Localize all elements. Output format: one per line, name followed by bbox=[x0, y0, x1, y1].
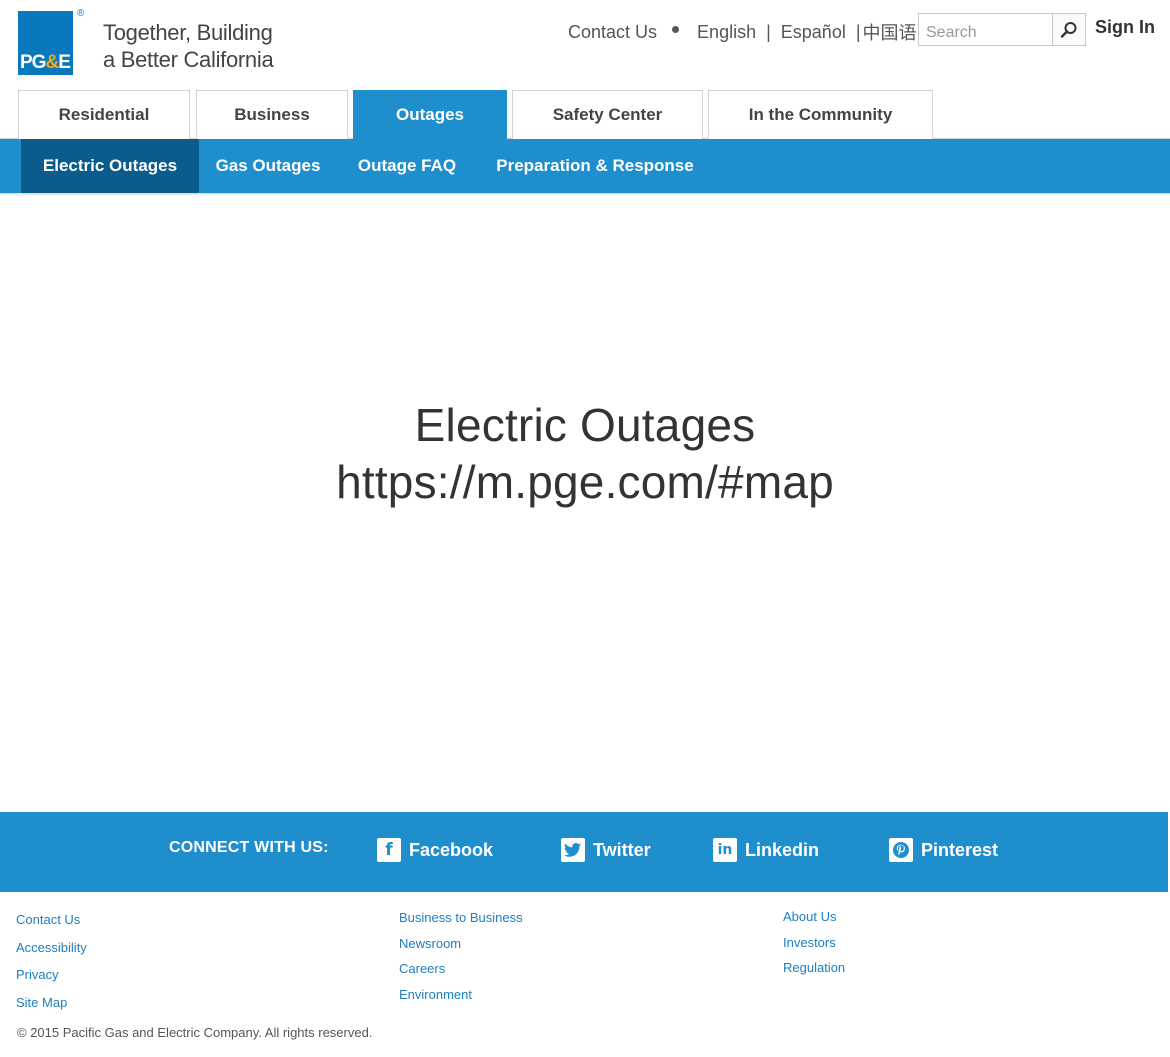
lang-separator: | bbox=[766, 21, 771, 42]
sign-in-link[interactable]: Sign In bbox=[1095, 17, 1155, 38]
footer-link-business-to-business[interactable]: Business to Business bbox=[399, 905, 523, 931]
lang-english-link[interactable]: English bbox=[697, 22, 756, 43]
tagline: Together, Building a Better California bbox=[103, 19, 274, 73]
sub-nav: Electric Outages Gas Outages Outage FAQ … bbox=[0, 139, 1170, 193]
facebook-label: Facebook bbox=[409, 839, 494, 860]
twitter-label: Twitter bbox=[593, 839, 651, 860]
subnav-gas-outages[interactable]: Gas Outages bbox=[204, 139, 332, 193]
linkedin-link[interactable]: in Linkedin bbox=[713, 838, 819, 862]
pinterest-label: Pinterest bbox=[921, 839, 999, 860]
twitter-icon bbox=[561, 838, 585, 862]
footer-link-newsroom[interactable]: Newsroom bbox=[399, 931, 523, 957]
lang-separator: | bbox=[855, 21, 861, 42]
footer-link-site-map[interactable]: Site Map bbox=[16, 989, 87, 1017]
footer-link-investors[interactable]: Investors bbox=[783, 930, 845, 956]
facebook-link[interactable]: f Facebook bbox=[377, 838, 493, 862]
contact-us-link[interactable]: Contact Us bbox=[568, 22, 657, 43]
tab-residential[interactable]: Residential bbox=[18, 90, 190, 139]
footer-link-environment[interactable]: Environment bbox=[399, 982, 523, 1008]
facebook-icon: f bbox=[377, 838, 401, 862]
tab-in-the-community[interactable]: In the Community bbox=[708, 90, 933, 139]
lang-espanol-link[interactable]: Español bbox=[781, 22, 846, 43]
subnav-electric-outages[interactable]: Electric Outages bbox=[21, 139, 199, 193]
utility-nav: Contact Us English | Español | 中国语 bbox=[568, 19, 917, 45]
tab-safety-center[interactable]: Safety Center bbox=[512, 90, 703, 139]
tab-business[interactable]: Business bbox=[196, 90, 348, 139]
search-input[interactable]: Search bbox=[918, 13, 1053, 46]
pge-logo[interactable]: PG&E ® bbox=[18, 8, 84, 75]
connect-label: CONNECT WITH US: bbox=[169, 839, 329, 856]
footer-link-about-us[interactable]: About Us bbox=[783, 904, 845, 930]
subnav-preparation-response[interactable]: Preparation & Response bbox=[482, 139, 708, 193]
site-header: PG&E ® Together, Building a Better Calif… bbox=[0, 0, 1170, 90]
footer-link-accessibility[interactable]: Accessibility bbox=[16, 934, 87, 962]
logo-letters: PG&E bbox=[20, 52, 71, 73]
footer-col-2: Business to Business Newsroom Careers En… bbox=[399, 905, 523, 1008]
footer-link-privacy[interactable]: Privacy bbox=[16, 961, 87, 989]
pinterest-link[interactable]: Pinterest bbox=[889, 838, 998, 862]
footer-link-careers[interactable]: Careers bbox=[399, 956, 523, 982]
linkedin-icon: in bbox=[713, 838, 737, 862]
subnav-outage-faq[interactable]: Outage FAQ bbox=[345, 139, 469, 193]
copyright-text: © 2015 Pacific Gas and Electric Company.… bbox=[17, 1025, 373, 1040]
search-icon bbox=[1060, 21, 1077, 38]
twitter-link[interactable]: Twitter bbox=[561, 838, 651, 862]
linkedin-label: Linkedin bbox=[745, 839, 820, 860]
footer-link-contact-us[interactable]: Contact Us bbox=[16, 906, 87, 934]
footer-col-1: Contact Us Accessibility Privacy Site Ma… bbox=[16, 906, 87, 1016]
search-button[interactable] bbox=[1052, 13, 1086, 46]
footer-link-regulation[interactable]: Regulation bbox=[783, 955, 845, 981]
tagline-line2: a Better California bbox=[103, 47, 274, 72]
lang-chinese-link[interactable]: 中国语 bbox=[863, 19, 917, 45]
subnav-shadow bbox=[0, 193, 1170, 196]
tab-outages[interactable]: Outages bbox=[353, 90, 507, 139]
tagline-line1: Together, Building bbox=[103, 20, 273, 45]
page-title: Electric Outages bbox=[414, 399, 756, 451]
bullet-separator bbox=[672, 25, 680, 33]
social-bar: CONNECT WITH US: f Facebook Twitter in L… bbox=[0, 812, 1168, 892]
pinterest-icon bbox=[889, 838, 913, 862]
registered-mark: ® bbox=[77, 8, 85, 19]
footer-col-3: About Us Investors Regulation bbox=[783, 904, 845, 981]
map-url-text: https://m.pge.com/#map bbox=[336, 456, 834, 508]
